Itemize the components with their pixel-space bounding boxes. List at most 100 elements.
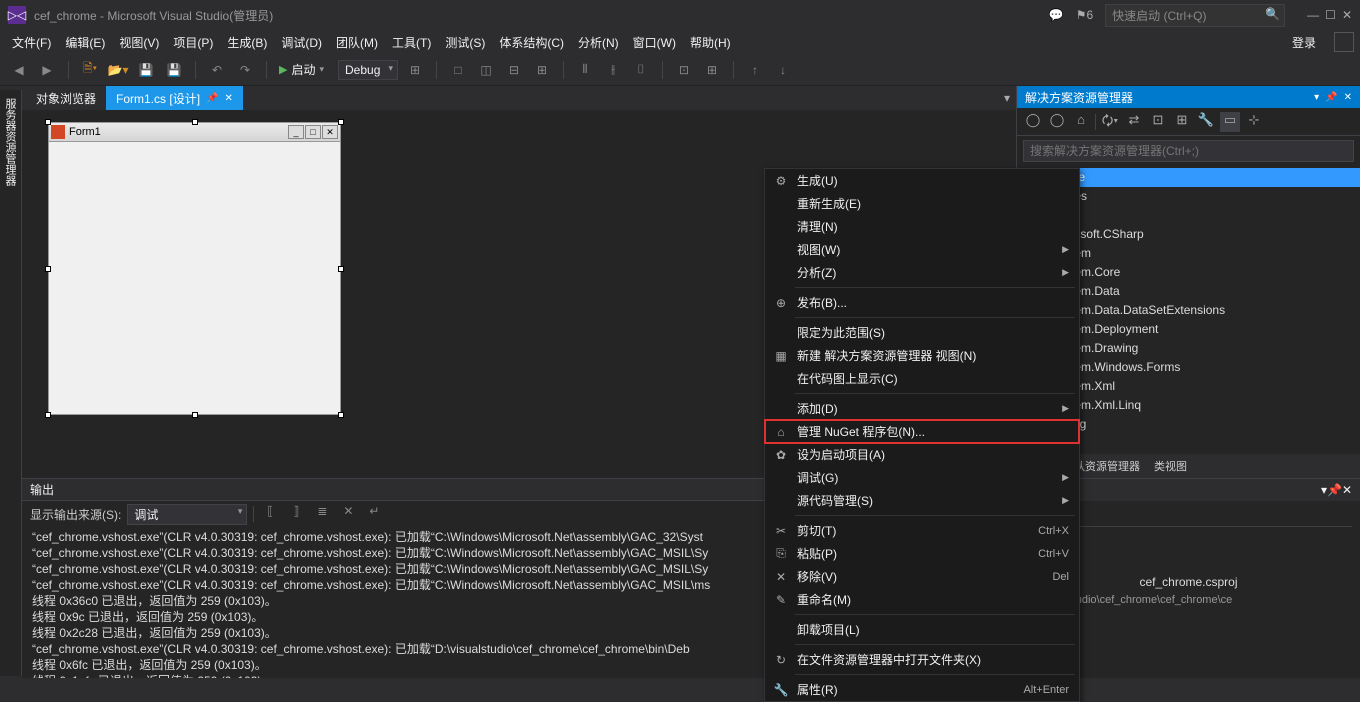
resize-handle[interactable] bbox=[192, 412, 198, 418]
output-wrap-button[interactable]: ↵ bbox=[364, 504, 384, 524]
designer-form[interactable]: Form1 _ □ ✕ bbox=[48, 122, 341, 415]
context-menu-item[interactable]: ⎘粘贴(P)Ctrl+V bbox=[765, 542, 1079, 565]
tab-form1-design[interactable]: Form1.cs [设计] 📌 ✕ bbox=[106, 86, 243, 111]
solution-search-input[interactable] bbox=[1023, 140, 1354, 162]
close-tab-button[interactable]: ✕ bbox=[224, 93, 232, 104]
minimize-button[interactable]: — bbox=[1307, 8, 1319, 22]
sol-sync-button[interactable]: ⇄ bbox=[1124, 112, 1144, 132]
sol-showall-button[interactable]: ⊞ bbox=[1172, 112, 1192, 132]
nav-back-button[interactable]: ◀ bbox=[8, 59, 30, 81]
close-button[interactable]: ✕ bbox=[1342, 8, 1352, 22]
context-menu-item[interactable]: ⌂管理 NuGet 程序包(N)... bbox=[765, 420, 1079, 443]
nav-fwd-button[interactable]: ▶ bbox=[36, 59, 58, 81]
output-tb-1[interactable]: ⟦ bbox=[260, 504, 280, 524]
sol-home-button[interactable]: ⌂ bbox=[1071, 112, 1091, 132]
resize-handle[interactable] bbox=[338, 266, 344, 272]
avatar-icon[interactable] bbox=[1334, 32, 1354, 52]
notification-flag[interactable]: ⚑6 bbox=[1076, 8, 1093, 22]
pin-icon[interactable]: 📌 bbox=[206, 93, 218, 104]
config-combo[interactable]: Debug bbox=[338, 60, 398, 80]
tb-align-4[interactable]: ⊞ bbox=[531, 59, 553, 81]
sol-back-button[interactable]: ◯ bbox=[1023, 112, 1043, 132]
context-menu-item[interactable]: ▦新建 解决方案资源管理器 视图(N) bbox=[765, 344, 1079, 367]
output-tb-2[interactable]: ⟧ bbox=[286, 504, 306, 524]
context-menu-item[interactable]: ⊕发布(B)... bbox=[765, 291, 1079, 314]
form-client-area[interactable] bbox=[48, 142, 341, 415]
menu-help[interactable]: 帮助(H) bbox=[684, 32, 737, 53]
resize-handle[interactable] bbox=[45, 412, 51, 418]
save-button[interactable]: 💾 bbox=[135, 59, 157, 81]
context-menu-item[interactable]: 卸载项目(L) bbox=[765, 618, 1079, 641]
tab-object-browser[interactable]: 对象浏览器 bbox=[26, 86, 106, 111]
resize-handle[interactable] bbox=[45, 266, 51, 272]
sol-refresh-button[interactable]: 🗘▾ bbox=[1100, 112, 1120, 132]
context-menu-item[interactable]: 清理(N) bbox=[765, 215, 1079, 238]
close-panel-button[interactable]: ✕ bbox=[1344, 92, 1352, 103]
output-tb-3[interactable]: ≣ bbox=[312, 504, 332, 524]
tb-align-1[interactable]: □ bbox=[447, 59, 469, 81]
context-menu-item[interactable]: ✕移除(V)Del bbox=[765, 565, 1079, 588]
close-panel-button[interactable]: ✕ bbox=[1342, 483, 1352, 497]
menu-arch[interactable]: 体系结构(C) bbox=[493, 32, 570, 53]
pin-icon[interactable]: 📌 bbox=[1327, 483, 1342, 497]
login-link[interactable]: 登录 bbox=[1284, 32, 1324, 53]
tb-spacing-1[interactable]: ⫴ bbox=[574, 59, 596, 81]
menu-analyze[interactable]: 分析(N) bbox=[572, 32, 625, 53]
context-menu-item[interactable]: 🔧属性(R)Alt+Enter bbox=[765, 678, 1079, 701]
output-clear-button[interactable]: ✕ bbox=[338, 504, 358, 524]
context-menu-item[interactable]: 视图(W)▶ bbox=[765, 238, 1079, 261]
resize-handle[interactable] bbox=[45, 119, 51, 125]
context-menu-item[interactable]: 限定为此范围(S) bbox=[765, 321, 1079, 344]
sol-preview-button[interactable]: ▭ bbox=[1220, 112, 1240, 132]
tb-order-2[interactable]: ↓ bbox=[772, 59, 794, 81]
menu-test[interactable]: 测试(S) bbox=[439, 32, 491, 53]
tb-icon-1[interactable]: ⊞ bbox=[404, 59, 426, 81]
menu-window[interactable]: 窗口(W) bbox=[627, 32, 682, 53]
menu-build[interactable]: 生成(B) bbox=[221, 32, 273, 53]
context-menu-item[interactable]: 在代码图上显示(C) bbox=[765, 367, 1079, 390]
pin-icon[interactable]: 📌 bbox=[1325, 92, 1337, 103]
resize-handle[interactable] bbox=[338, 119, 344, 125]
context-menu-item[interactable]: 分析(Z)▶ bbox=[765, 261, 1079, 284]
tb-align-2[interactable]: ◫ bbox=[475, 59, 497, 81]
sol-fwd-button[interactable]: ◯ bbox=[1047, 112, 1067, 132]
tb-layout-1[interactable]: ⊡ bbox=[673, 59, 695, 81]
side-tab-server-explorer[interactable]: 服务器资源管理器 bbox=[0, 90, 22, 676]
context-menu-item[interactable]: ✎重命名(M) bbox=[765, 588, 1079, 611]
tb-align-3[interactable]: ⊟ bbox=[503, 59, 525, 81]
tb-spacing-3[interactable]: ⌷ bbox=[630, 59, 652, 81]
resize-handle[interactable] bbox=[338, 412, 344, 418]
open-file-button[interactable]: 📂▾ bbox=[107, 59, 129, 81]
menu-edit[interactable]: 编辑(E) bbox=[59, 32, 111, 53]
maximize-button[interactable]: ☐ bbox=[1325, 8, 1336, 22]
dropdown-icon[interactable]: ▾ bbox=[1314, 92, 1319, 103]
tab-class-view[interactable]: 类视图 bbox=[1148, 455, 1193, 477]
menu-project[interactable]: 项目(P) bbox=[167, 32, 219, 53]
context-menu-item[interactable]: ✂剪切(T)Ctrl+X bbox=[765, 519, 1079, 542]
tab-overflow-button[interactable]: ▾ bbox=[998, 91, 1016, 105]
sol-collapse-button[interactable]: ⊡ bbox=[1148, 112, 1168, 132]
start-debug-button[interactable]: ▶ 启动 ▾ bbox=[277, 59, 332, 80]
context-menu-item[interactable]: ✿设为启动项目(A) bbox=[765, 443, 1079, 466]
output-source-combo[interactable]: 调试 bbox=[127, 504, 247, 525]
feedback-icon[interactable]: 💬 bbox=[1049, 8, 1064, 22]
context-menu-item[interactable]: 调试(G)▶ bbox=[765, 466, 1079, 489]
tb-spacing-2[interactable]: ⫲ bbox=[602, 59, 624, 81]
menu-tools[interactable]: 工具(T) bbox=[386, 32, 437, 53]
tb-order-1[interactable]: ↑ bbox=[744, 59, 766, 81]
context-menu-item[interactable]: ⚙生成(U) bbox=[765, 169, 1079, 192]
sol-properties-button[interactable]: 🔧 bbox=[1196, 112, 1216, 132]
quick-launch-input[interactable]: 快速启动 (Ctrl+Q) 🔍 bbox=[1105, 4, 1285, 27]
tb-layout-2[interactable]: ⊞ bbox=[701, 59, 723, 81]
menu-team[interactable]: 团队(M) bbox=[330, 32, 384, 53]
sol-view-button[interactable]: ⊹ bbox=[1244, 112, 1264, 132]
context-menu-item[interactable]: ↻在文件资源管理器中打开文件夹(X) bbox=[765, 648, 1079, 671]
context-menu-item[interactable]: 源代码管理(S)▶ bbox=[765, 489, 1079, 512]
context-menu-item[interactable]: 添加(D)▶ bbox=[765, 397, 1079, 420]
redo-button[interactable]: ↷ bbox=[234, 59, 256, 81]
context-menu-item[interactable]: 重新生成(E) bbox=[765, 192, 1079, 215]
menu-view[interactable]: 视图(V) bbox=[113, 32, 165, 53]
undo-button[interactable]: ↶ bbox=[206, 59, 228, 81]
save-all-button[interactable]: 💾 bbox=[163, 59, 185, 81]
menu-file[interactable]: 文件(F) bbox=[6, 32, 57, 53]
